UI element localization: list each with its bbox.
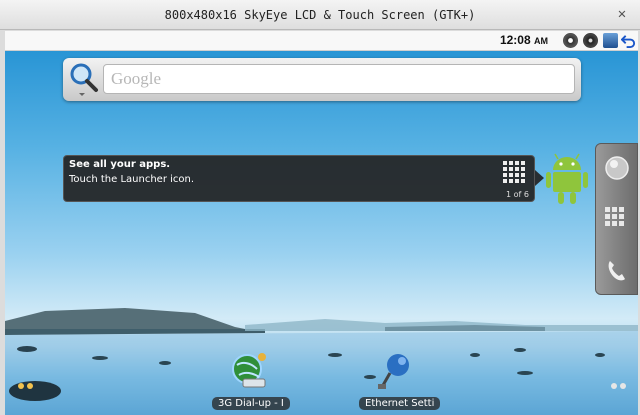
launcher-grid-icon — [503, 161, 525, 183]
window-title: 800x480x16 SkyEye LCD & Touch Screen (GT… — [164, 8, 476, 22]
search-placeholder: Google — [111, 69, 162, 88]
android-robot-icon — [546, 153, 588, 204]
back-arrow-icon[interactable] — [621, 33, 636, 48]
page-indicator-right-icon[interactable] — [610, 382, 628, 390]
shortcut-label: Ethernet Setti — [359, 397, 441, 410]
shortcut-ethernet-settings[interactable]: Ethernet Setti — [359, 351, 441, 414]
app-drawer-icon[interactable] — [603, 205, 631, 233]
phone-icon[interactable] — [603, 256, 631, 284]
close-icon[interactable]: ✕ — [614, 6, 630, 22]
tip-title: See all your apps. — [69, 159, 171, 170]
browser-globe-icon[interactable] — [603, 154, 631, 182]
status-bar[interactable]: 12:08 AM — [5, 31, 638, 51]
clock-ampm: AM — [534, 36, 548, 46]
computer-icon — [603, 33, 618, 48]
globe-network-icon — [232, 353, 266, 388]
tip-page-count: 1 of 6 — [506, 190, 529, 199]
shortcut-3g-dialup[interactable]: 3G Dial-up - I — [212, 351, 290, 414]
device-screen: 12:08 AM Google See all your apps. Touch… — [5, 31, 638, 415]
google-search-widget[interactable]: Google — [63, 58, 581, 101]
search-input[interactable]: Google — [103, 64, 575, 94]
camera-icon — [563, 33, 578, 48]
search-icon[interactable] — [67, 61, 101, 97]
launcher-dock — [595, 143, 638, 295]
tip-pointer — [535, 170, 544, 186]
wallpaper-landscape — [5, 308, 638, 415]
tip-body: Touch the Launcher icon. — [69, 174, 195, 185]
launcher-tip-bubble[interactable]: See all your apps. Touch the Launcher ic… — [63, 155, 535, 202]
page-indicator-left-icon[interactable] — [17, 382, 35, 390]
clock-time: 12:08 — [499, 33, 531, 47]
window-titlebar: 800x480x16 SkyEye LCD & Touch Screen (GT… — [0, 0, 640, 30]
shortcut-label: 3G Dial-up - I — [212, 397, 290, 410]
ethernet-icon — [378, 354, 409, 389]
status-clock: 12:08 AM — [500, 33, 548, 47]
webcam-icon — [583, 33, 598, 48]
